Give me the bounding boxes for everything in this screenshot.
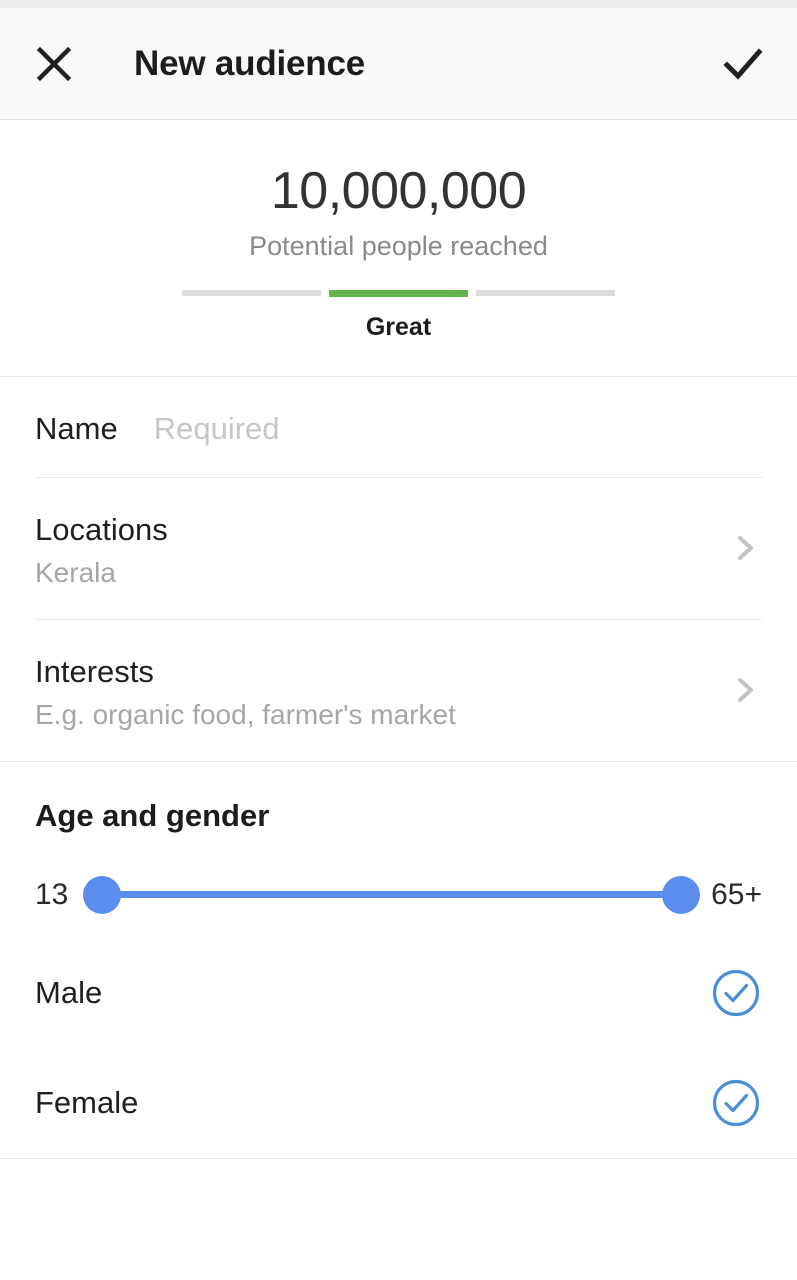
close-x-icon[interactable] bbox=[30, 40, 78, 88]
gender-row-female[interactable]: Female bbox=[35, 1048, 762, 1158]
page-title: New audience bbox=[134, 44, 365, 84]
row-name[interactable]: Name Required bbox=[35, 377, 762, 477]
reach-count: 10,000,000 bbox=[0, 164, 797, 219]
row-locations[interactable]: Locations Kerala bbox=[35, 478, 762, 619]
age-slider-thumb-max[interactable] bbox=[662, 876, 700, 914]
section-divider-bottom bbox=[0, 1158, 797, 1159]
name-input[interactable]: Required bbox=[154, 411, 280, 447]
reach-estimate: 10,000,000 Potential people reached Grea… bbox=[0, 120, 797, 376]
chevron-right-icon bbox=[728, 673, 762, 707]
gender-label-male: Male bbox=[35, 975, 102, 1011]
age-range-slider[interactable]: 13 65+ bbox=[35, 852, 762, 938]
reach-quality-meter bbox=[182, 290, 616, 297]
name-label: Name bbox=[35, 411, 118, 447]
meter-segment-1 bbox=[182, 290, 321, 296]
interests-placeholder: E.g. organic food, farmer's market bbox=[35, 699, 702, 731]
new-audience-screen: New audience 10,000,000 Potential people… bbox=[0, 0, 797, 1280]
chevron-right-icon bbox=[728, 531, 762, 565]
age-slider-track bbox=[102, 891, 681, 898]
age-max-label: 65+ bbox=[711, 878, 762, 912]
age-min-label: 13 bbox=[35, 878, 68, 912]
age-gender-section: Age and gender 13 65+ Male Female bbox=[0, 762, 797, 1158]
checkmark-icon[interactable] bbox=[717, 38, 769, 90]
locations-value: Kerala bbox=[35, 557, 702, 589]
interests-label: Interests bbox=[35, 654, 702, 690]
age-slider-track-area[interactable] bbox=[102, 875, 681, 915]
age-slider-thumb-min[interactable] bbox=[83, 876, 121, 914]
header-bar: New audience bbox=[0, 8, 797, 120]
check-circle-icon[interactable] bbox=[710, 967, 762, 1019]
gender-label-female: Female bbox=[35, 1085, 138, 1121]
age-gender-heading: Age and gender bbox=[35, 762, 762, 834]
check-circle-icon[interactable] bbox=[710, 1077, 762, 1129]
reach-quality-label: Great bbox=[0, 313, 797, 342]
reach-caption: Potential people reached bbox=[0, 231, 797, 262]
row-interests[interactable]: Interests E.g. organic food, farmer's ma… bbox=[35, 620, 762, 761]
meter-segment-3 bbox=[476, 290, 615, 296]
status-bar-strip bbox=[0, 0, 797, 8]
meter-segment-2-active bbox=[329, 290, 468, 297]
locations-label: Locations bbox=[35, 512, 702, 548]
audience-form: Name Required Locations Kerala Interests… bbox=[0, 377, 797, 761]
gender-row-male[interactable]: Male bbox=[35, 938, 762, 1048]
